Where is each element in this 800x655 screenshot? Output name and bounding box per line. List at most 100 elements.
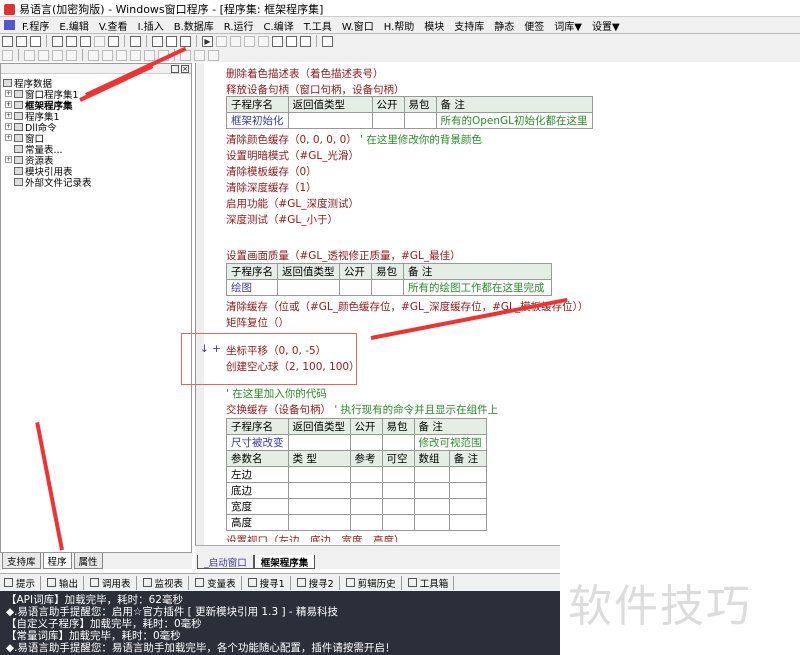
code-editor[interactable]: 删除着色描述表（着色描述表号） 释放设备句柄（窗口句柄，设备句柄） 子程序名 返回… [85,46,800,545]
output-tab[interactable]: 调用表 [90,575,137,590]
param-cell[interactable] [287,482,351,499]
output-tab[interactable]: 剪辑历史 [345,575,402,590]
code-line[interactable]: 释放设备句柄（窗口句柄，设备句柄） [226,82,405,97]
find-icon[interactable] [130,35,141,47]
param-cell[interactable] [381,466,415,483]
redo-icon[interactable] [94,35,105,47]
output-tab[interactable]: 输出 [47,575,85,590]
menu-item[interactable]: E.编辑 [54,18,94,33]
menu-item[interactable]: F.程序 [17,18,54,33]
param-cell[interactable] [448,498,487,515]
param-cell[interactable] [448,514,487,531]
menu-item[interactable]: R.运行 [219,18,259,33]
sub-name[interactable]: 框架初始化 [226,112,289,129]
pin-icon[interactable] [171,65,179,73]
code-line[interactable]: 设置视口（左边，底边，宽度，高度） [226,533,405,542]
code-line[interactable]: 删除着色描述表（着色描述表号） [226,66,384,81]
search-icon[interactable] [322,35,333,47]
menu-item[interactable]: 支持库 [449,18,489,33]
expand-icon[interactable]: + [5,156,12,163]
param-cell[interactable] [349,466,383,483]
menu-item[interactable]: V.查看 [94,18,133,33]
code-comment[interactable]: ' 在这里加入你的代码 [226,386,327,401]
paste-icon[interactable] [80,35,91,47]
step1-icon[interactable] [230,35,241,47]
menu-item[interactable]: I.插入 [133,18,169,33]
menu-item[interactable]: 模块 [419,18,449,33]
param-cell[interactable] [287,466,351,483]
param-cell[interactable] [349,482,383,499]
param-cell[interactable] [448,482,487,499]
layout1-icon[interactable] [152,35,163,47]
output-tab[interactable]: 搜寻2 [296,575,340,590]
open-icon[interactable] [16,35,27,47]
run-icon[interactable]: ▶ [202,35,213,47]
horizontal-scrollbar[interactable] [195,545,560,555]
output-tab[interactable]: 工具箱 [407,575,455,590]
code-line[interactable]: 清除深度缓存（1） [226,180,317,195]
left-tab[interactable]: 支持库 [2,553,41,569]
code-line[interactable]: 设置画面质量（#GL_透视修正质量，#GL_最佳） [226,248,461,263]
step5-icon[interactable] [286,35,297,47]
menu-item[interactable]: T.工具 [299,18,337,33]
menu-item[interactable]: B.数据库 [169,18,219,33]
menu-item[interactable]: 设置▼ [587,18,625,33]
code-text[interactable]: 交换缓存（设备句柄） [226,404,331,416]
doc-tab[interactable]: _启动窗口 [197,555,254,569]
output-tab[interactable]: 提示 [4,575,42,590]
layout3-icon[interactable] [180,35,191,47]
menu-item[interactable]: 静态 [489,18,519,33]
param-cell[interactable] [413,498,450,515]
code-line[interactable]: 清除颜色缓存（0, 0, 0, 0） ' 在这里修改你的背景颜色 [226,132,482,147]
undo-icon[interactable] [108,35,119,47]
expand-icon[interactable]: + [5,90,12,97]
menu-item[interactable]: W.窗口 [337,18,379,33]
param-name[interactable]: 高度 [226,514,289,531]
expand-icon[interactable]: + [5,112,12,119]
doc-tab[interactable]: 框架程序集 [253,555,316,569]
param-cell[interactable] [413,482,450,499]
step2-icon[interactable] [244,35,255,47]
tree-item[interactable]: 外部文件记录表 [3,176,191,189]
output-tab[interactable]: 监视表 [142,575,190,590]
sub-name[interactable]: 绘图 [226,279,278,296]
param-cell[interactable] [413,466,450,483]
step4-icon[interactable] [272,35,283,47]
hand-icon[interactable] [300,35,311,47]
menu-item[interactable]: C.编译 [259,18,299,33]
stop-icon[interactable] [216,35,227,47]
param-name[interactable]: 宽度 [226,498,289,515]
param-cell[interactable] [349,514,383,531]
step3-icon[interactable] [258,35,269,47]
param-cell[interactable] [413,514,450,531]
param-cell[interactable] [448,466,487,483]
expand-icon[interactable]: + [5,123,12,130]
param-name[interactable]: 底边 [226,482,289,499]
left-tab[interactable]: 程序 [42,553,72,569]
param-cell[interactable] [381,482,415,499]
code-line[interactable]: 矩阵复位（） [226,315,289,330]
param-cell[interactable] [287,514,351,531]
expand-icon[interactable]: + [5,101,12,108]
menu-item[interactable]: 便签 [519,18,549,33]
param-cell[interactable] [381,498,415,515]
left-tab[interactable]: 属性 [73,553,103,569]
close-icon[interactable]: × [181,65,189,73]
output-tab[interactable]: 变量表 [195,575,242,590]
new-icon[interactable] [2,35,13,47]
param-cell[interactable] [287,498,351,515]
layout2-icon[interactable] [166,35,177,47]
save-icon[interactable] [30,35,41,47]
output-tab[interactable]: 搜寻1 [247,575,291,590]
code-line[interactable]: 深度测试（#GL_小于） [226,212,338,227]
menu-item[interactable]: H.帮助 [379,18,420,33]
code-line[interactable]: 启用功能（#GL_深度测试） [226,196,359,211]
code-line[interactable]: 设置明暗模式（#GL_光滑） [226,148,359,163]
menu-item[interactable]: 词库▼ [549,18,587,33]
sub-name[interactable]: 尺寸被改变 [226,434,289,451]
cut-icon[interactable] [52,35,63,47]
param-cell[interactable] [381,514,415,531]
copy-icon[interactable] [66,35,77,47]
expand-icon[interactable]: + [5,134,12,141]
param-name[interactable]: 左边 [226,466,289,483]
